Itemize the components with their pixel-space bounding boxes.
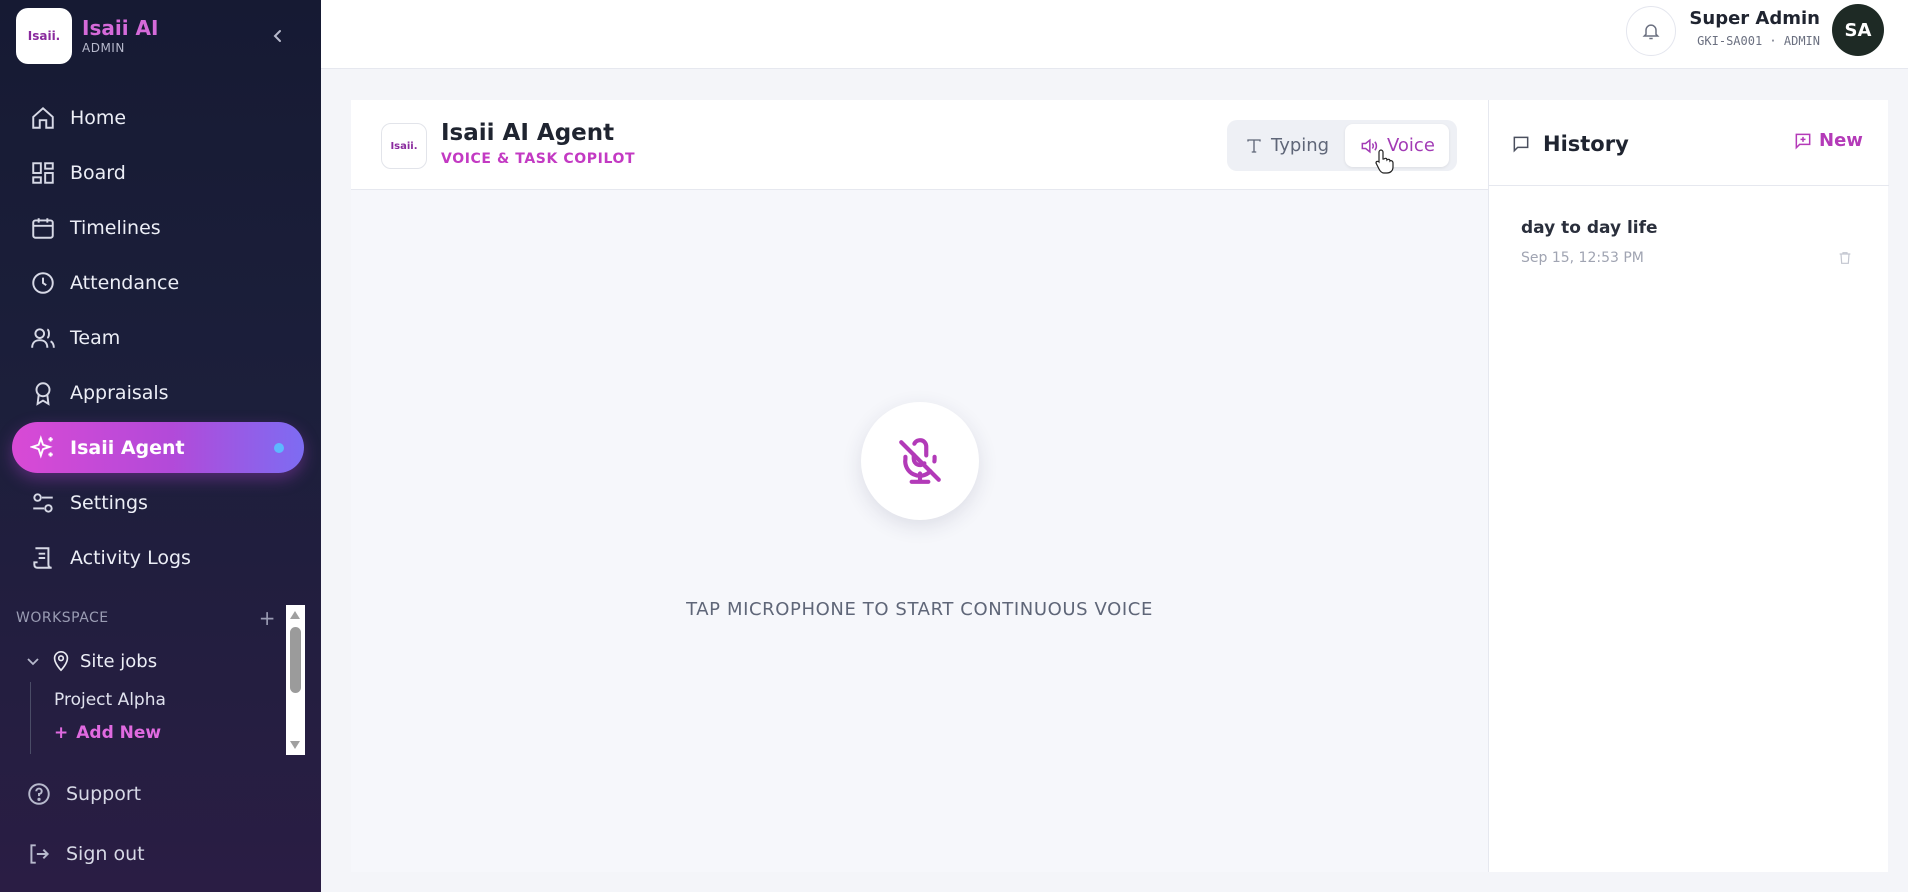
microphone-button[interactable] (861, 402, 979, 520)
team-icon (31, 327, 55, 348)
sidebar: Isaii. Isaii AI ADMIN Home Board Timelin… (0, 0, 321, 892)
sliders-icon (33, 492, 53, 513)
history-title: History (1511, 132, 1629, 156)
workspace-title: WORKSPACE (16, 610, 109, 626)
clock-icon (32, 271, 54, 294)
nav-item-timelines[interactable]: Timelines (12, 202, 304, 253)
text-icon (1247, 138, 1261, 153)
agent-panel: Isaii. Isaii AI Agent VOICE & TASK COPIL… (351, 100, 1488, 872)
workspace-tree: Site jobs Project Alpha + Add New (16, 640, 280, 756)
history-item-title: day to day life (1521, 218, 1658, 238)
message-square-icon (1513, 136, 1529, 153)
history-panel: History New day to day life Sep 15, 12:5… (1488, 100, 1889, 872)
brand-role: ADMIN (82, 41, 125, 55)
help-circle-icon (28, 783, 50, 805)
support-label: Support (66, 783, 142, 805)
chevron-down-icon (27, 658, 39, 666)
workspace-scrollbar[interactable] (286, 605, 305, 755)
hand-cursor-icon (1375, 149, 1394, 174)
nav-label: Timelines (70, 216, 161, 239)
voice-mode-button[interactable]: Voice (1345, 124, 1449, 167)
board-icon (32, 161, 54, 184)
nav-item-isaii-agent[interactable]: Isaii Agent (12, 422, 304, 473)
history-header: History New (1489, 100, 1889, 186)
history-item-date: Sep 15, 12:53 PM (1521, 250, 1644, 266)
map-pin-icon (53, 651, 69, 672)
workspace-group-label: Site jobs (80, 650, 158, 672)
nav-item-attendance[interactable]: Attendance (12, 257, 304, 308)
new-conversation-button[interactable]: New (1793, 130, 1863, 151)
add-workspace-button[interactable]: + (259, 608, 276, 628)
plus-square-icon (1795, 133, 1811, 149)
agent-subtitle: VOICE & TASK COPILOT (441, 151, 636, 167)
nav-label: Activity Logs (70, 546, 191, 569)
collapse-sidebar-button[interactable] (266, 24, 290, 48)
workspace-group-site-jobs[interactable]: Site jobs (16, 640, 280, 682)
nav-item-appraisals[interactable]: Appraisals (12, 367, 304, 418)
home-icon (32, 106, 54, 129)
nav-item-team[interactable]: Team (12, 312, 304, 363)
brand: Isaii. Isaii AI ADMIN (16, 8, 306, 64)
trash-icon[interactable] (1837, 250, 1853, 266)
nav-label: Settings (70, 491, 148, 514)
add-project-button[interactable]: + Add New (54, 718, 280, 748)
brand-name: Isaii AI (82, 16, 159, 40)
signout-link[interactable]: Sign out (26, 841, 145, 867)
user-meta: GKI-SA001 · ADMIN (1697, 34, 1820, 48)
scroll-up-arrow[interactable] (290, 611, 300, 619)
typing-mode-button[interactable]: Typing (1231, 124, 1343, 167)
signout-label: Sign out (66, 843, 145, 865)
brand-logo: Isaii. (16, 8, 72, 64)
agent-title: Isaii AI Agent (441, 120, 615, 146)
support-link[interactable]: Support (26, 781, 141, 807)
agent-logo: Isaii. (381, 123, 427, 169)
avatar[interactable]: SA (1832, 4, 1884, 56)
mic-off-icon (899, 438, 941, 484)
main-nav: Home Board Timelines Attendance Team App… (12, 92, 304, 587)
logout-icon (30, 844, 50, 864)
history-item[interactable]: day to day life Sep 15, 12:53 PM (1521, 218, 1861, 266)
new-conversation-label: New (1819, 130, 1863, 151)
typing-mode-label: Typing (1271, 135, 1330, 156)
logs-icon (33, 546, 52, 569)
notifications-button[interactable] (1626, 6, 1676, 56)
mic-caption: TAP MICROPHONE TO START CONTINUOUS VOICE (686, 599, 1153, 620)
nav-label: Home (70, 106, 127, 129)
history-title-label: History (1543, 132, 1629, 156)
workspace-project-item[interactable]: Project Alpha (54, 682, 280, 718)
plus-icon: + (54, 723, 69, 743)
agent-header: Isaii. Isaii AI Agent VOICE & TASK COPIL… (351, 100, 1488, 190)
nav-item-settings[interactable]: Settings (12, 477, 304, 528)
nav-label: Board (70, 161, 126, 184)
nav-item-home[interactable]: Home (12, 92, 304, 143)
award-icon (35, 381, 51, 406)
user-name: Super Admin (1689, 8, 1820, 29)
workspace-header: WORKSPACE + (16, 608, 276, 628)
tree-line (30, 682, 31, 754)
nav-item-activity-logs[interactable]: Activity Logs (12, 532, 304, 583)
nav-label: Isaii Agent (70, 436, 185, 459)
user-info: Super Admin GKI-SA001 · ADMIN (1680, 8, 1820, 50)
add-project-label: Add New (76, 723, 162, 743)
nav-label: Appraisals (70, 381, 169, 404)
scroll-thumb[interactable] (290, 627, 301, 693)
nav-label: Team (70, 326, 121, 349)
scroll-down-arrow[interactable] (290, 741, 300, 749)
nav-label: Attendance (70, 271, 180, 294)
active-indicator-dot (274, 443, 284, 453)
mode-toggle: Typing Voice (1227, 120, 1457, 171)
bell-icon (1642, 24, 1660, 40)
sparkles-icon (30, 434, 53, 459)
calendar-icon (32, 217, 54, 239)
chevron-left-icon (273, 30, 281, 42)
nav-item-board[interactable]: Board (12, 147, 304, 198)
